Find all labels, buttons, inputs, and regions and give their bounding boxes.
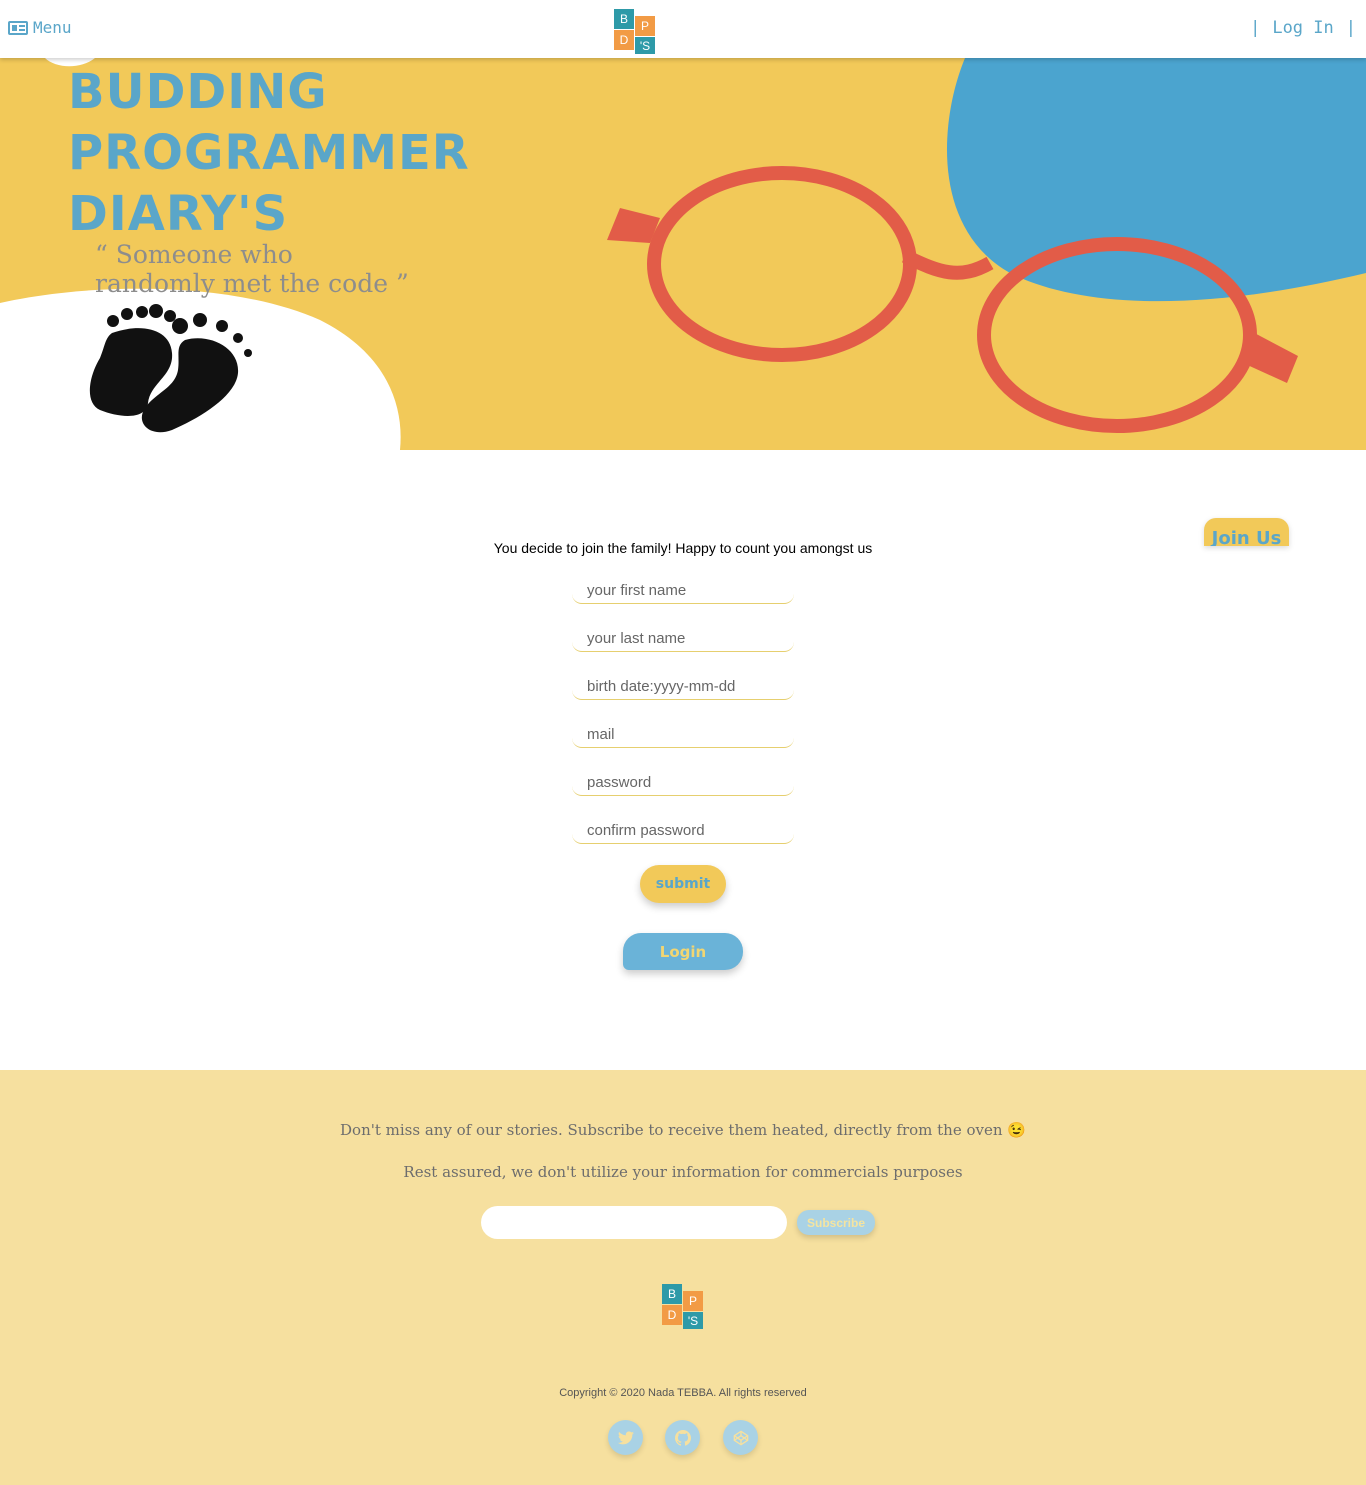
hero-title-line-3: DIARY'S: [68, 186, 289, 242]
subscribe-button[interactable]: Subscribe: [797, 1210, 875, 1235]
twitter-icon: [617, 1430, 634, 1444]
last-name-input[interactable]: [572, 626, 794, 652]
copyright-text: Copyright © 2020 Nada TEBBA. All rights …: [559, 1387, 807, 1399]
confirm-password-input[interactable]: [572, 818, 794, 844]
subscribe-email-input[interactable]: [481, 1206, 787, 1239]
footer: Don't miss any of our stories. Subscribe…: [0, 1070, 1366, 1485]
hero-title-line-2: PROGRAMMER: [68, 125, 470, 181]
logo-letter-s: 'S: [683, 1312, 703, 1329]
first-name-input[interactable]: [572, 578, 794, 604]
privacy-text: Rest assured, we don't utilize your info…: [403, 1163, 963, 1181]
signup-intro: You decide to join the family! Happy to …: [493, 540, 873, 556]
logo-letter-b: B: [614, 9, 634, 29]
codepen-icon: [733, 1430, 748, 1445]
top-navbar: Menu B P D 'S | Log In |: [0, 0, 1366, 58]
twitter-link[interactable]: [608, 1420, 643, 1455]
submit-button[interactable]: submit: [640, 865, 726, 903]
hero-title-line-1: BUDDING: [68, 64, 328, 120]
hero-banner: BUDDING PROGRAMMER DIARY'S “ Someone who…: [0, 58, 1366, 450]
login-separator-right: |: [1345, 18, 1356, 38]
login-link[interactable]: | Log In |: [1250, 18, 1356, 38]
glasses-left-temple: [607, 208, 660, 243]
footer-logo: B P D 'S: [662, 1284, 703, 1329]
bpds-logo[interactable]: B P D 'S: [614, 9, 655, 54]
codepen-link[interactable]: [723, 1420, 758, 1455]
menu-label: Menu: [33, 18, 72, 37]
password-input[interactable]: [572, 770, 794, 796]
logo-letter-s: 'S: [635, 37, 655, 54]
hero-quote: “ Someone who randomly met the code ”: [95, 240, 409, 298]
logo-letter-p: P: [635, 16, 655, 36]
github-icon: [674, 1429, 691, 1446]
glasses-right-temple: [1243, 328, 1298, 383]
menu-button[interactable]: Menu: [8, 18, 72, 37]
logo-letter-p: P: [683, 1291, 703, 1311]
subscribe-text: Don't miss any of our stories. Subscribe…: [340, 1121, 1026, 1139]
login-button[interactable]: Login: [623, 933, 743, 970]
newspaper-icon: [8, 20, 28, 35]
blue-blob-shape: [946, 58, 1366, 302]
login-label: Log In: [1272, 18, 1334, 38]
github-link[interactable]: [665, 1420, 700, 1455]
mail-input[interactable]: [572, 722, 794, 748]
hero-title: BUDDING PROGRAMMER DIARY'S: [68, 62, 488, 245]
login-separator-left: |: [1250, 18, 1261, 38]
logo-letter-b: B: [662, 1284, 682, 1304]
page: Menu B P D 'S | Log In | BUDDING PROGRAM…: [0, 0, 1366, 1485]
logo-letter-d: D: [662, 1305, 682, 1325]
birth-date-input[interactable]: [572, 674, 794, 700]
logo-letter-d: D: [614, 30, 634, 50]
